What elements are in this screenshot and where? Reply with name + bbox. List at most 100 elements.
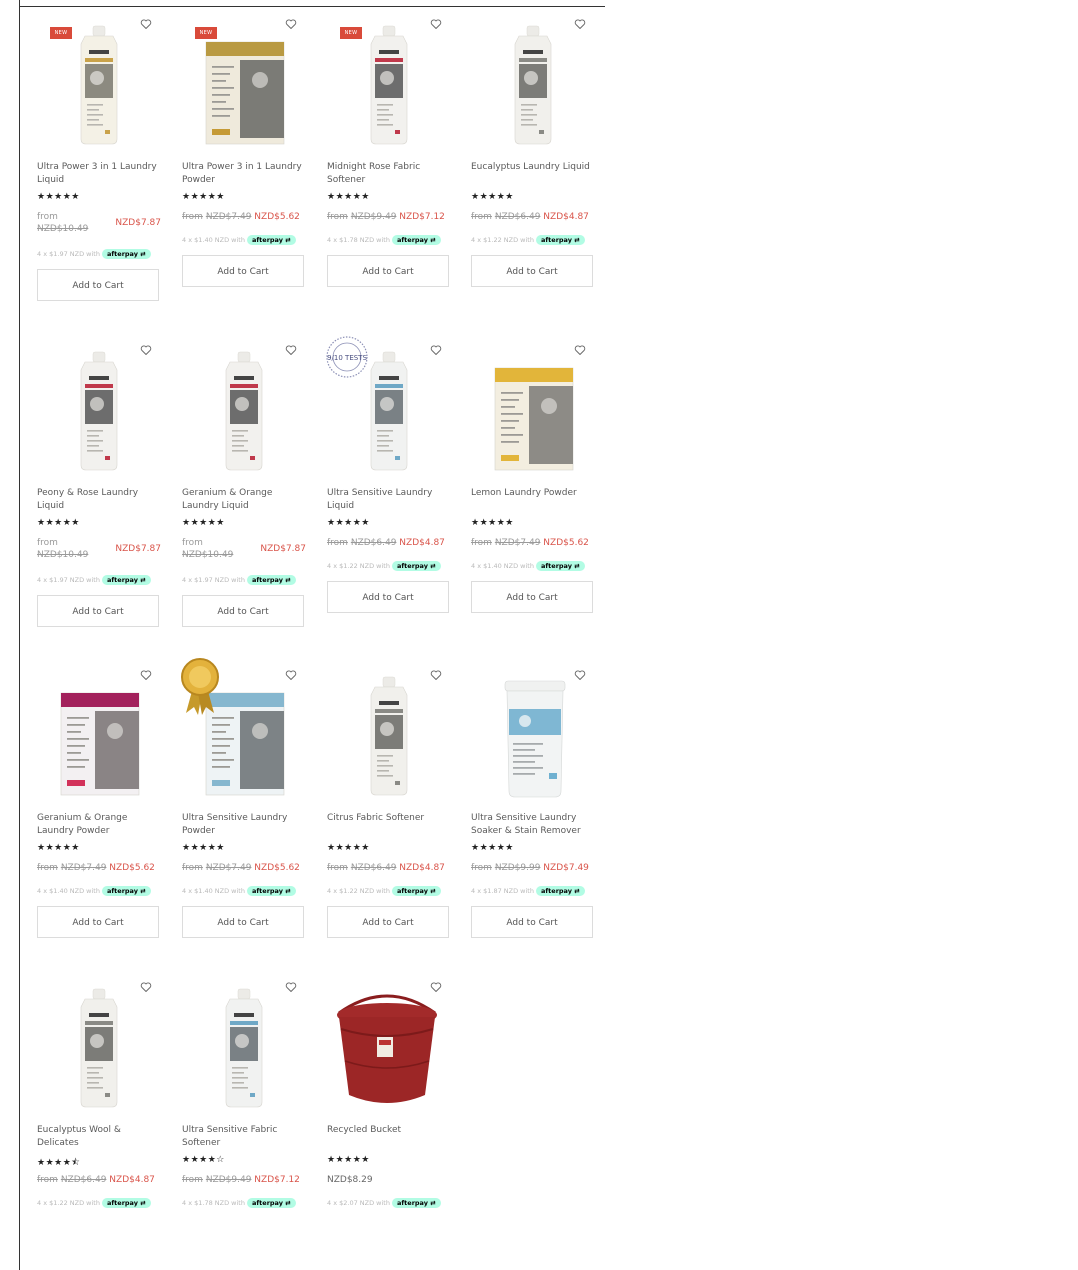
product-title[interactable]: Ultra Power 3 in 1 Laundry Liquid [37,161,161,186]
afterpay-installment: 4 x $1.87 NZD with afterpay ⇄ [471,886,595,896]
product-title[interactable]: Eucalyptus Wool & Delicates [37,1124,161,1149]
wishlist-heart-icon[interactable] [430,344,442,356]
wishlist-heart-icon[interactable] [574,669,586,681]
product-title[interactable]: Ultra Power 3 in 1 Laundry Powder [182,161,306,186]
price-block: from NZD$6.49 NZD$4.87 [37,1174,161,1186]
wishlist-heart-icon[interactable] [430,18,442,30]
add-to-cart-button[interactable]: Add to Cart [327,581,449,613]
rating-stars: ★★★★★ [37,843,80,853]
wishlist-heart-icon[interactable] [140,669,152,681]
afterpay-installment: 4 x $1.78 NZD with afterpay ⇄ [182,1198,306,1208]
wishlist-heart-icon[interactable] [285,669,297,681]
wishlist-heart-icon[interactable] [140,344,152,356]
afterpay-badge[interactable]: afterpay ⇄ [101,249,151,259]
price-block: from NZD$7.49 NZD$5.62 [471,537,595,549]
afterpay-badge[interactable]: afterpay ⇄ [101,1198,151,1208]
product-image[interactable] [37,977,161,1117]
page-frame-left [19,0,20,1270]
afterpay-badge[interactable]: afterpay ⇄ [391,1198,441,1208]
product-image[interactable] [471,665,595,805]
wishlist-heart-icon[interactable] [574,344,586,356]
price-block: from NZD$7.87 NZD$10.49 [37,211,161,235]
installment-text: 4 x $1.40 NZD with [182,236,245,244]
product-title[interactable]: Eucalyptus Laundry Liquid [471,161,595,174]
afterpay-badge[interactable]: afterpay ⇄ [246,575,296,585]
rating-stars: ★★★★★ [471,843,514,853]
product-title[interactable]: Geranium & Orange Laundry Liquid [182,487,306,512]
product-title[interactable]: Recycled Bucket [327,1124,451,1137]
add-to-cart-button[interactable]: Add to Cart [182,255,304,287]
product-title[interactable]: Ultra Sensitive Laundry Powder [182,812,306,837]
price-block: from NZD$7.49 NZD$5.62 [182,211,306,223]
rating-stars: ★★★★★ [327,518,370,528]
add-to-cart-button[interactable]: Add to Cart [37,269,159,301]
product-title[interactable]: Ultra Sensitive Laundry Soaker & Stain R… [471,812,595,837]
installment-text: 4 x $1.22 NZD with [37,1199,100,1207]
afterpay-badge[interactable]: afterpay ⇄ [246,235,296,245]
rating-stars: ★★★★★ [37,192,80,202]
wishlist-heart-icon[interactable] [574,18,586,30]
wishlist-heart-icon[interactable] [285,18,297,30]
price-from-label: from [37,212,58,222]
product-image[interactable] [182,977,306,1117]
product-image[interactable] [471,14,595,154]
add-to-cart-button[interactable]: Add to Cart [327,906,449,938]
product-title[interactable]: Peony & Rose Laundry Liquid [37,487,161,512]
product-image[interactable] [37,340,161,480]
product-image-graphic [514,25,552,145]
afterpay-badge[interactable]: afterpay ⇄ [535,561,585,571]
add-to-cart-button[interactable]: Add to Cart [471,581,593,613]
price-block: from NZD$9.49 NZD$7.12 [327,211,451,223]
product-image[interactable] [37,665,161,805]
installment-text: 4 x $1.22 NZD with [471,236,534,244]
product-image[interactable] [182,340,306,480]
wishlist-heart-icon[interactable] [285,981,297,993]
original-price: NZD$6.49 [60,1175,107,1185]
wishlist-heart-icon[interactable] [430,981,442,993]
afterpay-installment: 4 x $1.97 NZD with afterpay ⇄ [37,249,161,259]
wishlist-heart-icon[interactable] [140,981,152,993]
add-to-cart-button[interactable]: Add to Cart [327,255,449,287]
add-to-cart-button[interactable]: Add to Cart [182,906,304,938]
price-block: from NZD$6.49 NZD$4.87 [327,537,451,549]
wishlist-heart-icon[interactable] [140,18,152,30]
sale-price: NZD$4.87 [399,863,445,873]
afterpay-badge[interactable]: afterpay ⇄ [391,886,441,896]
afterpay-badge[interactable]: afterpay ⇄ [246,886,296,896]
sale-price: NZD$7.87 [115,218,161,228]
afterpay-badge[interactable]: afterpay ⇄ [101,575,151,585]
price-block: from NZD$6.49 NZD$4.87 [471,211,595,223]
afterpay-badge[interactable]: afterpay ⇄ [535,886,585,896]
product-title[interactable]: Lemon Laundry Powder [471,487,595,500]
rating-stars: ★★★★★ [327,1155,370,1165]
original-price: NZD$9.49 [205,1175,252,1185]
product-image[interactable] [471,340,595,480]
page-frame-top [19,6,605,7]
medal-icon [181,658,219,715]
afterpay-badge[interactable]: afterpay ⇄ [391,235,441,245]
sale-price: NZD$5.62 [109,863,155,873]
add-to-cart-button[interactable]: Add to Cart [37,595,159,627]
add-to-cart-button[interactable]: Add to Cart [37,906,159,938]
afterpay-badge[interactable]: afterpay ⇄ [535,235,585,245]
add-to-cart-button[interactable]: Add to Cart [182,595,304,627]
afterpay-badge[interactable]: afterpay ⇄ [391,561,441,571]
afterpay-badge[interactable]: afterpay ⇄ [246,1198,296,1208]
product-title[interactable]: Citrus Fabric Softener [327,812,451,825]
wishlist-heart-icon[interactable] [285,344,297,356]
afterpay-badge[interactable]: afterpay ⇄ [101,886,151,896]
original-price: NZD$7.49 [60,863,107,873]
wishlist-heart-icon[interactable] [430,669,442,681]
add-to-cart-button[interactable]: Add to Cart [471,255,593,287]
afterpay-installment: 4 x $1.40 NZD with afterpay ⇄ [471,561,595,571]
product-title[interactable]: Midnight Rose Fabric Softener [327,161,451,186]
product-title[interactable]: Geranium & Orange Laundry Powder [37,812,161,837]
product-title[interactable]: Ultra Sensitive Laundry Liquid [327,487,451,512]
product-image[interactable] [327,977,451,1117]
price-from-label: from [327,538,348,548]
installment-text: 4 x $1.22 NZD with [327,887,390,895]
product-image[interactable] [327,665,451,805]
original-price: NZD$9.99 [494,863,541,873]
product-title[interactable]: Ultra Sensitive Fabric Softener [182,1124,306,1149]
add-to-cart-button[interactable]: Add to Cart [471,906,593,938]
